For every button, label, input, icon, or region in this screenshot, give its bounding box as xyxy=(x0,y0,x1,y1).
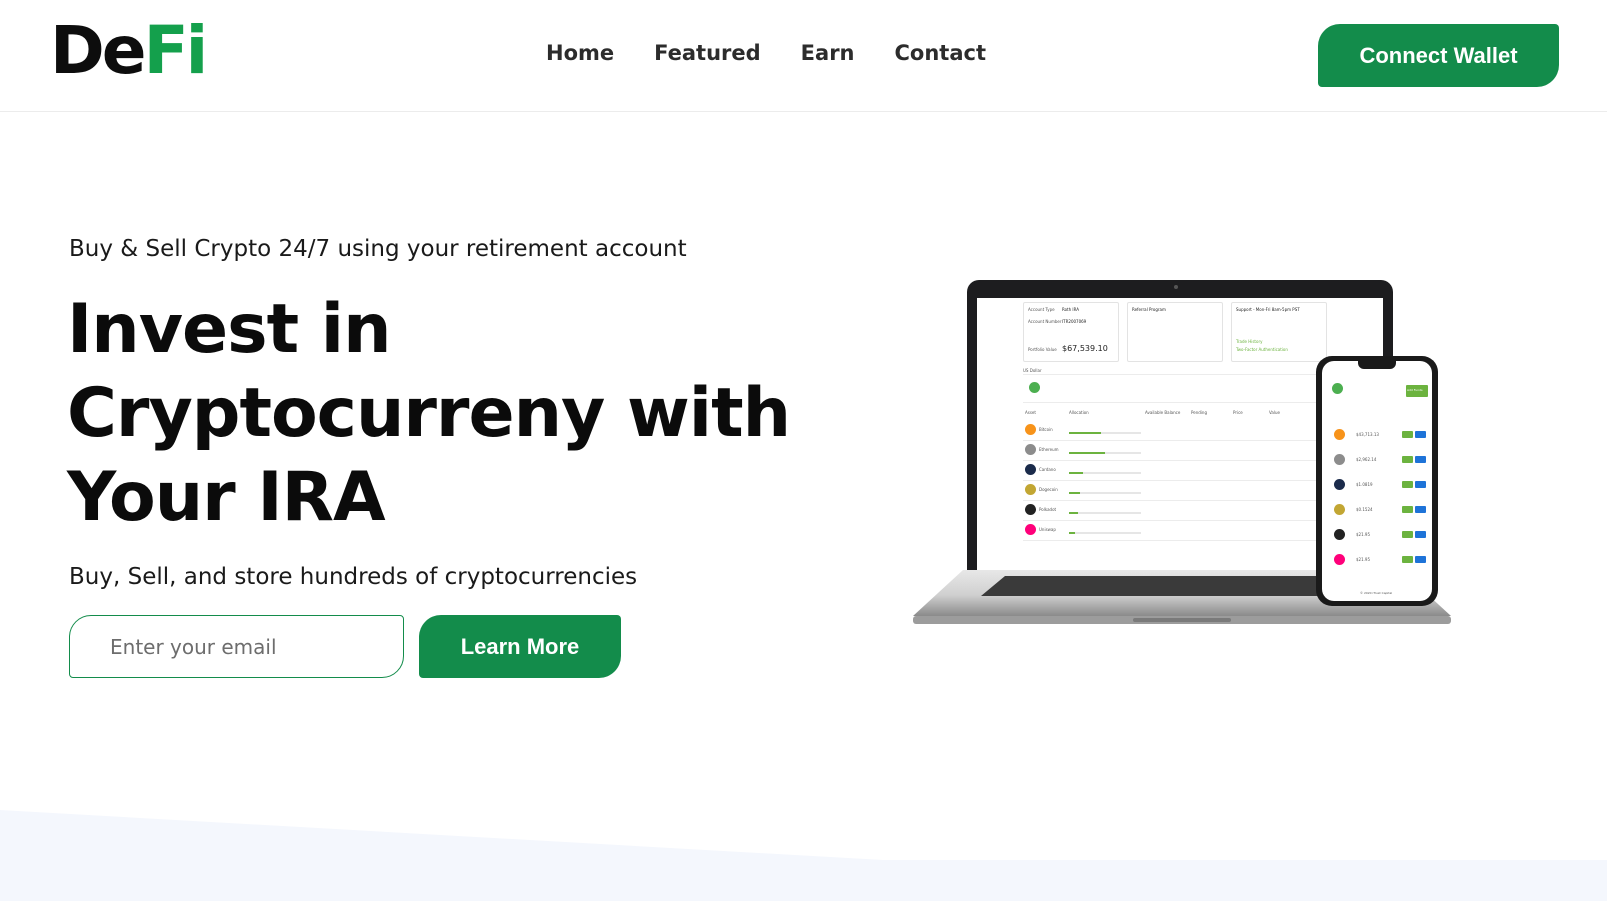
phone-buy-button xyxy=(1402,481,1413,488)
account-type-label: Account Type xyxy=(1028,307,1055,312)
phone-sell-button xyxy=(1415,556,1426,563)
asset-name: Ethereum xyxy=(1039,447,1059,452)
phone-usd-icon xyxy=(1332,383,1343,394)
asset-dogecoin-icon xyxy=(1025,484,1036,495)
logo-text-de: De xyxy=(50,12,147,89)
asset-name: Cardano xyxy=(1039,467,1056,472)
logo-text-fi: Fi xyxy=(143,12,209,89)
allocation-bar-fill xyxy=(1069,472,1084,474)
col-available: Available Balance xyxy=(1145,410,1181,415)
allocation-bar xyxy=(1069,532,1141,534)
account-type-value: Roth IRA xyxy=(1062,307,1079,312)
headline-line-3: Your IRA xyxy=(67,458,386,537)
phone-asset-price: $0.1524 xyxy=(1356,507,1373,512)
phone-add-funds-label: Add Funds xyxy=(1407,388,1423,392)
section-divider-wave xyxy=(0,810,1607,901)
referral-card: Referral Program xyxy=(1127,302,1223,362)
allocation-bar-fill xyxy=(1069,452,1105,454)
email-input[interactable] xyxy=(69,615,404,678)
phone-notch xyxy=(1358,361,1396,369)
nav-contact-link[interactable]: Contact xyxy=(895,41,987,65)
asset-cardano-icon xyxy=(1025,464,1036,475)
col-value: Value xyxy=(1269,410,1280,415)
laptop-camera xyxy=(1174,285,1178,289)
support-card: Support - Mon-Fri 8am-5pm PST Trade Hist… xyxy=(1231,302,1327,362)
main-nav: Home Featured Earn Contact xyxy=(546,41,986,65)
hero-subline: Buy, Sell, and store hundreds of cryptoc… xyxy=(69,564,638,590)
asset-uniswap-icon xyxy=(1025,524,1036,535)
learn-more-button[interactable]: Learn More xyxy=(419,615,621,678)
phone-asset-price: $21.95 xyxy=(1356,557,1370,562)
asset-name: Dogecoin xyxy=(1039,487,1058,492)
phone-sell-button xyxy=(1415,531,1426,538)
allocation-bar-fill xyxy=(1069,492,1080,494)
portfolio-label: Portfolio Value xyxy=(1028,347,1057,352)
allocation-bar xyxy=(1069,492,1141,494)
phone-buy-button xyxy=(1402,556,1413,563)
hero-headline: Invest in Cryptocurreny with Your IRA xyxy=(67,288,827,540)
phone-dogecoin-icon xyxy=(1334,504,1345,515)
phone-screen: Add Funds $43,713.13 $2,962.14 $1.0819 $0.1… xyxy=(1322,361,1432,601)
two-factor-link: Two-Factor Authentication xyxy=(1236,347,1288,352)
hero-tagline: Buy & Sell Crypto 24/7 using your retire… xyxy=(69,236,687,262)
account-card: Account Type Roth IRA Account Number ITR… xyxy=(1023,302,1119,362)
phone-sell-button xyxy=(1415,456,1426,463)
asset-name: Uniswap xyxy=(1039,527,1056,532)
allocation-bar xyxy=(1069,432,1141,434)
allocation-bar xyxy=(1069,452,1141,454)
allocation-bar xyxy=(1069,472,1141,474)
nav-featured-link[interactable]: Featured xyxy=(654,41,761,65)
connect-wallet-button[interactable]: Connect Wallet xyxy=(1318,24,1559,87)
account-number-label: Account Number xyxy=(1028,319,1062,324)
usd-label: US Dollar xyxy=(1023,368,1042,373)
device-illustration: Account Type Roth IRA Account Number ITR… xyxy=(895,278,1470,653)
phone-sell-button xyxy=(1415,506,1426,513)
allocation-bar-fill xyxy=(1069,532,1075,534)
nav-home-link[interactable]: Home xyxy=(546,41,614,65)
asset-ethereum-icon xyxy=(1025,444,1036,455)
phone-buy-button xyxy=(1402,456,1413,463)
nav-earn-link[interactable]: Earn xyxy=(801,41,855,65)
col-allocation: Allocation xyxy=(1069,410,1089,415)
support-title: Support - Mon-Fri 8am-5pm PST xyxy=(1236,307,1300,312)
headline-line-1: Invest in xyxy=(67,290,392,369)
phone-ethereum-icon xyxy=(1334,454,1345,465)
phone-asset-price: $21.95 xyxy=(1356,532,1370,537)
phone-sell-button xyxy=(1415,431,1426,438)
brand-logo[interactable]: DeFi xyxy=(50,18,208,84)
asset-polkadot-icon xyxy=(1025,504,1036,515)
phone-footer: © 2020 iTrust Capital xyxy=(1360,591,1393,595)
allocation-bar xyxy=(1069,512,1141,514)
phone-sell-button xyxy=(1415,481,1426,488)
phone-cardano-icon xyxy=(1334,479,1345,490)
phone-buy-button xyxy=(1402,506,1413,513)
phone-asset-price: $1.0819 xyxy=(1356,482,1373,487)
phone-buy-button xyxy=(1402,431,1413,438)
phone-polkadot-icon xyxy=(1334,529,1345,540)
trade-history-link: Trade History xyxy=(1236,339,1263,344)
phone-bitcoin-icon xyxy=(1334,429,1345,440)
account-number-value: ITR2007069 xyxy=(1062,319,1087,324)
portfolio-value: $67,539.10 xyxy=(1062,344,1108,353)
site-header: DeFi Home Featured Earn Contact Connect … xyxy=(0,0,1607,112)
col-pending: Pending xyxy=(1191,410,1207,415)
phone-asset-price: $2,962.14 xyxy=(1356,457,1377,462)
col-price: Price xyxy=(1233,410,1243,415)
phone-asset-price: $43,713.13 xyxy=(1356,432,1379,437)
allocation-bar-fill xyxy=(1069,432,1102,434)
referral-title: Referral Program xyxy=(1132,307,1166,312)
headline-line-2: Cryptocurreny with xyxy=(67,374,791,453)
col-asset: Asset xyxy=(1025,410,1036,415)
usd-coin-icon xyxy=(1029,382,1040,393)
phone-mockup: Add Funds $43,713.13 $2,962.14 $1.0819 $0.1… xyxy=(1316,356,1438,606)
allocation-bar-fill xyxy=(1069,512,1078,514)
asset-name: Bitcoin xyxy=(1039,427,1053,432)
asset-bitcoin-icon xyxy=(1025,424,1036,435)
asset-name: Polkadot xyxy=(1039,507,1057,512)
phone-buy-button xyxy=(1402,531,1413,538)
phone-uniswap-icon xyxy=(1334,554,1345,565)
